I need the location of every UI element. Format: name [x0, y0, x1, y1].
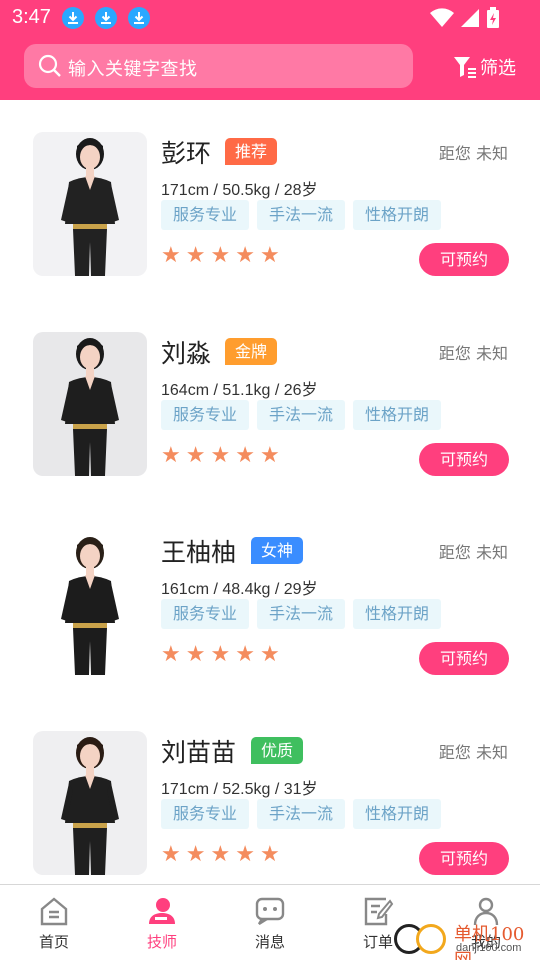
- technician-card[interactable]: 刘淼 金牌 距您 未知 164cm / 51.1kg / 26岁 服务专业 手法一…: [0, 332, 540, 482]
- home-icon: [40, 897, 68, 926]
- search-placeholder: 输入关键字查找: [68, 59, 198, 80]
- star-icon: ★: [210, 842, 231, 867]
- technician-stats: 171cm / 50.5kg / 28岁: [161, 182, 318, 199]
- tag-list: 服务专业 手法一流 性格开朗: [161, 400, 442, 430]
- battery-icon: [487, 7, 499, 28]
- nav-messages[interactable]: 消息: [216, 885, 324, 960]
- star-icon: ★: [259, 243, 280, 268]
- star-icon: ★: [185, 243, 206, 268]
- book-button[interactable]: 可预约: [419, 842, 509, 875]
- star-icon: ★: [235, 842, 255, 867]
- distance-label: 距您 未知: [438, 543, 508, 562]
- star-icon: ★: [259, 642, 280, 667]
- status-time: 3:47: [12, 6, 51, 28]
- technician-tag: 服务专业: [161, 400, 250, 430]
- star-icon: ★: [161, 842, 181, 867]
- technician-photo: [33, 132, 147, 276]
- star-icon: ★: [259, 842, 280, 867]
- wifi-icon: [430, 8, 454, 27]
- technician-tag: 性格开朗: [353, 400, 442, 430]
- tag-list: 服务专业 手法一流 性格开朗: [161, 200, 442, 230]
- signal-icon: [461, 9, 479, 27]
- technician-tag: 性格开朗: [353, 599, 442, 629]
- rating-stars: ★ ★ ★ ★ ★: [161, 245, 280, 267]
- star-icon: ★: [210, 443, 231, 468]
- technician-photo: [33, 731, 147, 875]
- star-icon: ★: [235, 642, 255, 667]
- technician-name: 刘淼: [161, 339, 212, 368]
- technician-icon: [149, 898, 175, 924]
- rating-stars: ★ ★ ★ ★ ★: [161, 644, 280, 666]
- technician-tag: 手法一流: [257, 799, 346, 829]
- nav-messages-label: 消息: [254, 933, 285, 951]
- tag-list: 服务专业 手法一流 性格开朗: [161, 799, 442, 829]
- technician-card[interactable]: 刘苗苗 优质 距您 未知 171cm / 52.5kg / 31岁 服务专业 手法…: [0, 731, 540, 881]
- technician-photo: [33, 531, 147, 675]
- download-icon: [62, 7, 84, 29]
- book-button[interactable]: 可预约: [419, 443, 509, 476]
- star-icon: ★: [235, 243, 255, 268]
- star-icon: ★: [235, 443, 255, 468]
- watermark-url: danji100.com: [456, 942, 522, 954]
- watermark-logo: [416, 924, 446, 954]
- technician-name: 彭环: [161, 139, 212, 168]
- nav-technician-label: 技师: [146, 933, 177, 951]
- watermark: 单机100网 danji100.com: [388, 918, 540, 960]
- technician-name: 王柚柚: [161, 538, 237, 567]
- filter-label: 筛选: [480, 58, 516, 79]
- distance-label: 距您 未知: [438, 743, 508, 762]
- technician-tag: 服务专业: [161, 599, 250, 629]
- technician-card[interactable]: 王柚柚 女神 距您 未知 161cm / 48.4kg / 29岁 服务专业 手法…: [0, 531, 540, 681]
- rating-stars: ★ ★ ★ ★ ★: [161, 445, 280, 467]
- technician-tag: 手法一流: [257, 400, 346, 430]
- status-bar: 3:47: [0, 0, 540, 36]
- technician-tag: 服务专业: [161, 200, 250, 230]
- star-icon: ★: [210, 243, 231, 268]
- nav-home-label: 首页: [38, 933, 69, 951]
- nav-technician[interactable]: 技师: [108, 885, 216, 960]
- book-button[interactable]: 可预约: [419, 642, 509, 675]
- tag-list: 服务专业 手法一流 性格开朗: [161, 599, 442, 629]
- star-icon: ★: [161, 443, 181, 468]
- star-icon: ★: [185, 443, 206, 468]
- technician-stats: 171cm / 52.5kg / 31岁: [161, 781, 318, 798]
- search-input[interactable]: 输入关键字查找: [24, 44, 413, 88]
- technician-badge: 优质: [251, 737, 304, 764]
- star-icon: ★: [185, 642, 206, 667]
- watermark-title: 单机100网: [454, 924, 525, 960]
- technician-tag: 性格开朗: [353, 200, 442, 230]
- star-icon: ★: [259, 443, 280, 468]
- technician-badge: 推荐: [225, 138, 278, 165]
- star-icon: ★: [210, 642, 231, 667]
- technician-stats: 161cm / 48.4kg / 29岁: [161, 581, 318, 598]
- technician-badge: 女神: [251, 537, 304, 564]
- technician-tag: 服务专业: [161, 799, 250, 829]
- star-icon: ★: [161, 243, 181, 268]
- technician-tag: 手法一流: [257, 599, 346, 629]
- nav-home[interactable]: 首页: [0, 885, 108, 960]
- distance-label: 距您 未知: [438, 344, 508, 363]
- message-icon: [255, 897, 285, 926]
- technician-photo: [33, 332, 147, 476]
- download-icon: [95, 7, 117, 29]
- distance-label: 距您 未知: [438, 144, 508, 163]
- filter-icon: [454, 57, 476, 78]
- book-button[interactable]: 可预约: [419, 243, 509, 276]
- star-icon: ★: [161, 642, 181, 667]
- technician-tag: 手法一流: [257, 200, 346, 230]
- download-icon: [128, 7, 150, 29]
- technician-badge: 金牌: [225, 338, 278, 365]
- rating-stars: ★ ★ ★ ★ ★: [161, 844, 280, 866]
- search-icon: [38, 54, 61, 77]
- technician-tag: 性格开朗: [353, 799, 442, 829]
- technician-card[interactable]: 彭环 推荐 距您 未知 171cm / 50.5kg / 28岁 服务专业 手法一…: [0, 132, 540, 282]
- star-icon: ★: [185, 842, 206, 867]
- app-header: 3:47 输入关键字查找 筛选: [0, 0, 540, 100]
- technician-stats: 164cm / 51.1kg / 26岁: [161, 382, 318, 399]
- technician-name: 刘苗苗: [161, 738, 237, 767]
